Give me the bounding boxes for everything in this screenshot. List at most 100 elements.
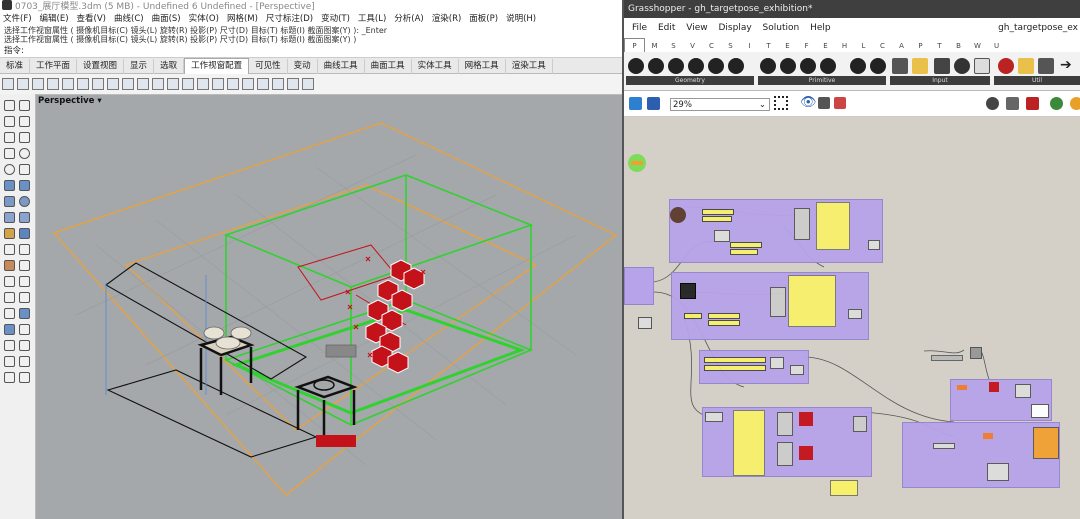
gh-canvas[interactable]: [624, 117, 1080, 519]
button-input-icon[interactable]: [954, 58, 970, 74]
gh-tab-curve[interactable]: C: [702, 39, 721, 52]
component-group-4[interactable]: [702, 407, 872, 477]
ribbon-group-geometry[interactable]: Geometry: [626, 76, 754, 85]
panel-input-icon[interactable]: [912, 58, 928, 74]
sweep-icon[interactable]: [19, 180, 30, 191]
move-icon[interactable]: [4, 276, 15, 287]
menu-file[interactable]: 文件(F): [3, 14, 32, 24]
camera-icon[interactable]: [122, 78, 134, 90]
gh-tab-l[interactable]: L: [854, 39, 873, 52]
boolean-icon[interactable]: [19, 212, 30, 223]
component-group-6[interactable]: [902, 422, 1060, 488]
menu-render[interactable]: 渲染(R): [432, 14, 462, 24]
sketch-icon[interactable]: [818, 97, 830, 109]
component-block[interactable]: [777, 442, 793, 466]
complex-param-icon[interactable]: [800, 58, 816, 74]
perspective-viewport[interactable]: [36, 95, 622, 519]
gh-tab-w[interactable]: W: [968, 39, 987, 52]
gh-tab-h[interactable]: H: [835, 39, 854, 52]
number-slider[interactable]: [933, 443, 955, 449]
viewport-properties-icon[interactable]: [182, 78, 194, 90]
gh-tab-maths[interactable]: M: [645, 39, 664, 52]
circle-param-icon[interactable]: [688, 58, 704, 74]
component-block[interactable]: [853, 416, 867, 432]
menu-surface[interactable]: 曲面(S): [152, 14, 181, 24]
cylinder-icon[interactable]: [4, 212, 15, 223]
command-line[interactable]: 指令:: [0, 45, 622, 58]
number-slider[interactable]: [680, 283, 696, 299]
ribbon-group-primitive[interactable]: Primitive: [758, 76, 886, 85]
arrow-util-icon[interactable]: ➔: [1060, 58, 1076, 74]
wireframe-icon[interactable]: [1006, 97, 1019, 110]
gh-tab-vector[interactable]: V: [683, 39, 702, 52]
panel-yellow[interactable]: [788, 275, 836, 327]
history-icon[interactable]: [19, 372, 30, 383]
box-icon[interactable]: [4, 196, 15, 207]
join-icon[interactable]: [19, 260, 30, 271]
component-node[interactable]: [670, 207, 686, 223]
slider-input-icon[interactable]: [892, 58, 908, 74]
gh-menu-help[interactable]: Help: [810, 23, 831, 33]
geometry-param-icon[interactable]: [628, 58, 644, 74]
line-icon[interactable]: [4, 132, 15, 143]
gh-tab-e2[interactable]: E: [816, 39, 835, 52]
tab-mesh-tools[interactable]: 网格工具: [459, 59, 506, 74]
gh-tab-a[interactable]: A: [892, 39, 911, 52]
tab-display[interactable]: 显示: [124, 59, 155, 74]
folder-icon[interactable]: [272, 78, 284, 90]
floating-viewport-icon[interactable]: [92, 78, 104, 90]
layout-page-icon[interactable]: [227, 78, 239, 90]
component-block[interactable]: [790, 365, 804, 375]
three-viewports-icon[interactable]: [17, 78, 29, 90]
menu-mesh[interactable]: 网格(M): [227, 14, 258, 24]
component-group-5[interactable]: [950, 379, 1052, 421]
gh-tab-e1[interactable]: E: [778, 39, 797, 52]
shaded-preview-icon[interactable]: [1026, 97, 1039, 110]
number-slider[interactable]: [704, 365, 766, 371]
curve-param-icon[interactable]: [708, 58, 724, 74]
component-block[interactable]: [1031, 404, 1049, 418]
cherry-util-icon[interactable]: [998, 58, 1014, 74]
gh-tab-b[interactable]: B: [949, 39, 968, 52]
box-param-icon[interactable]: [648, 58, 664, 74]
gumball-icon[interactable]: [4, 372, 15, 383]
gh-tab-sets[interactable]: S: [664, 39, 683, 52]
panel-yellow[interactable]: [733, 410, 765, 476]
menu-curve[interactable]: 曲线(C): [114, 14, 144, 24]
zoom-icon[interactable]: [152, 78, 164, 90]
menu-analyze[interactable]: 分析(A): [394, 14, 423, 24]
rotate-icon[interactable]: [4, 292, 15, 303]
red-component[interactable]: [989, 382, 999, 392]
menu-edit[interactable]: 编辑(E): [40, 14, 69, 24]
toggle-input-icon[interactable]: [934, 58, 950, 74]
gh-tab-transform[interactable]: T: [759, 39, 778, 52]
gh-menu-display[interactable]: Display: [718, 23, 751, 33]
colour-param-icon[interactable]: [780, 58, 796, 74]
number-slider[interactable]: [702, 209, 734, 215]
gh-tab-f[interactable]: F: [797, 39, 816, 52]
analyze-icon[interactable]: [4, 340, 15, 351]
component-block[interactable]: [1015, 384, 1031, 398]
select-arrow-icon[interactable]: [4, 100, 15, 111]
boolean-param-icon[interactable]: [760, 58, 776, 74]
gh-tab-p[interactable]: P: [911, 39, 930, 52]
save-file-icon[interactable]: [647, 97, 660, 110]
menu-dimension[interactable]: 尺寸标注(D): [266, 14, 313, 24]
layout-icon[interactable]: [107, 78, 119, 90]
new-viewport-icon[interactable]: [77, 78, 89, 90]
colour-preview-icon[interactable]: [1070, 97, 1080, 110]
render-icon[interactable]: [19, 340, 30, 351]
menu-transform[interactable]: 变动(T): [321, 14, 350, 24]
component-block[interactable]: [770, 357, 784, 369]
tab-render-tools[interactable]: 渲染工具: [506, 59, 553, 74]
menu-solid[interactable]: 实体(O): [189, 14, 219, 24]
gh-menu-solution[interactable]: Solution: [763, 23, 800, 33]
print-icon[interactable]: [257, 78, 269, 90]
fillet-icon[interactable]: [4, 244, 15, 255]
brep-param-icon[interactable]: [668, 58, 684, 74]
orange-component[interactable]: [983, 433, 993, 439]
zoom-extents-icon[interactable]: [774, 96, 788, 110]
number-slider[interactable]: [730, 249, 758, 255]
number-slider[interactable]: [931, 355, 963, 361]
zoom-level-select[interactable]: 29% ⌄: [670, 98, 770, 111]
